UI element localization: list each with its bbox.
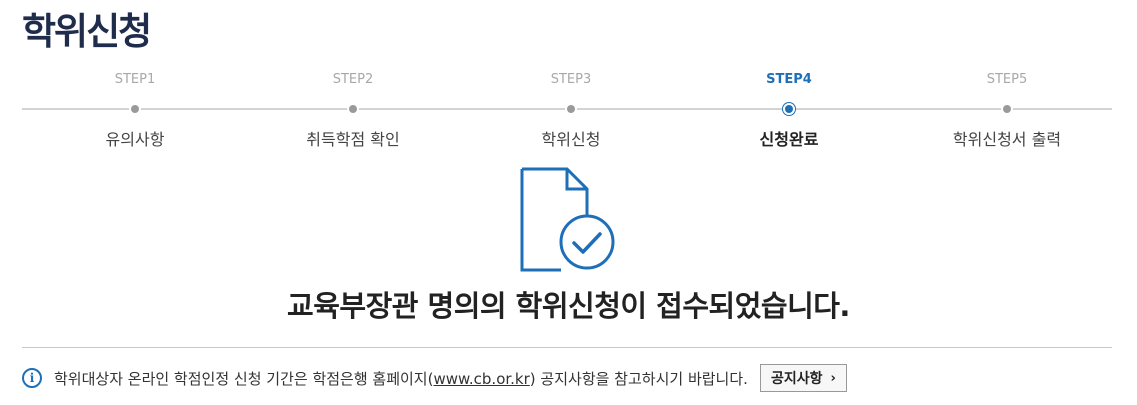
step-number: STEP4 [766,72,812,87]
step-dot [1001,103,1013,115]
step-label: 신청완료 [759,130,819,149]
step-dot-active [783,103,795,115]
step-2: STEP2 취득학점 확인 [263,70,443,152]
step-dot [129,103,141,115]
website-link[interactable]: www.cb.or.kr [433,370,529,388]
step-dot [347,103,359,115]
info-notice: i 학위대상자 온라인 학점인정 신청 기간은 학점은행 홈페이지(www.cb… [22,364,847,392]
notice-button[interactable]: 공지사항 › [759,364,847,392]
step-label: 학위신청서 출력 [952,130,1062,149]
step-4-current: STEP4 신청완료 [699,70,879,152]
step-3: STEP3 학위신청 [481,70,661,152]
page: 학위신청 STEP1 유의사항 STEP2 취득학점 확인 STEP3 학위신청… [0,0,1137,405]
completion-message: 교육부장관 명의의 학위신청이 접수되었습니다. [287,289,850,323]
step-number: STEP5 [986,72,1028,87]
info-text-before: 학위대상자 온라인 학점인정 신청 기간은 학점은행 홈페이지( [54,369,434,388]
step-label: 학위신청 [541,130,601,149]
step-number: STEP2 [332,72,374,87]
step-5: STEP5 학위신청서 출력 [917,70,1097,152]
step-number: STEP3 [550,72,592,87]
page-title: 학위신청 [22,10,152,53]
step-progress: STEP1 유의사항 STEP2 취득학점 확인 STEP3 학위신청 STEP… [22,70,1112,160]
notice-button-label: 공지사항 [770,371,823,387]
step-label: 취득학점 확인 [306,130,400,149]
info-text: 학위대상자 온라인 학점인정 신청 기간은 학점은행 홈페이지(www.cb.o… [54,368,748,389]
info-icon: i [22,368,42,388]
chevron-right-icon: › [830,370,836,386]
step-label: 유의사항 [105,130,165,149]
info-text-after: ) 공지사항을 참고하시기 바랍니다. [529,369,748,388]
divider [22,347,1112,348]
step-dot [565,103,577,115]
step-number: STEP1 [114,72,156,87]
step-1: STEP1 유의사항 [45,70,225,152]
document-check-icon [519,166,619,282]
